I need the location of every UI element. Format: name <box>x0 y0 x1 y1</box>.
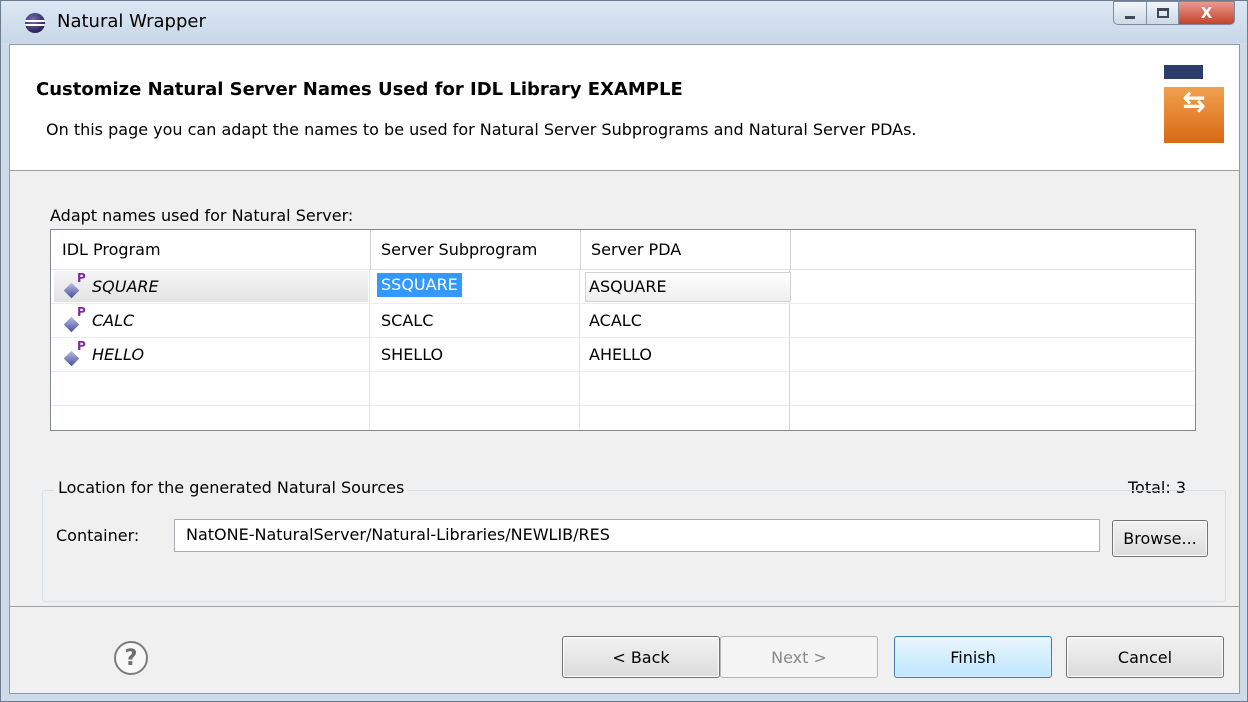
location-group-title: Location for the generated Natural Sourc… <box>54 478 409 497</box>
table-row[interactable]: P SQUARE SSQUARE ASQUARE <box>51 270 1195 304</box>
maximize-icon <box>1156 8 1169 18</box>
pda-cell[interactable]: ACALC <box>589 311 642 330</box>
table-caption: Adapt names used for Natural Server: <box>50 206 354 225</box>
eclipse-app-icon <box>25 13 45 33</box>
idl-program-icon: P <box>63 305 86 333</box>
idl-program-icon: P <box>63 339 86 367</box>
empty-table-row <box>51 372 1195 406</box>
maximize-button[interactable] <box>1147 1 1179 25</box>
table-row[interactable]: P HELLO SHELLO AHELLO <box>51 338 1195 372</box>
window-controls: X <box>1113 1 1235 25</box>
footer-divider <box>10 606 1239 607</box>
window-title: Natural Wrapper <box>57 11 206 32</box>
minimize-button[interactable] <box>1113 1 1147 25</box>
column-header-server-pda[interactable]: Server PDA <box>591 240 681 259</box>
column-divider[interactable] <box>790 230 791 270</box>
empty-table-row <box>51 406 1195 430</box>
subprogram-cell[interactable]: SCALC <box>381 311 433 330</box>
program-name: CALC <box>92 311 135 330</box>
cancel-button[interactable]: Cancel <box>1066 636 1224 678</box>
table-header: IDL Program Server Subprogram Server PDA <box>51 230 1195 270</box>
idl-program-icon: P <box>63 271 86 299</box>
pda-cell[interactable]: ASQUARE <box>589 277 667 296</box>
subprogram-cell[interactable]: SHELLO <box>381 345 443 364</box>
column-divider[interactable] <box>580 230 581 270</box>
page-description: On this page you can adapt the names to … <box>46 120 917 139</box>
close-button[interactable]: X <box>1179 1 1235 25</box>
subprogram-cell-editor[interactable]: SSQUARE <box>377 273 462 297</box>
next-button: Next > <box>720 636 878 678</box>
banner-bar <box>1164 65 1224 79</box>
table-row[interactable]: P CALC SCALC ACALC <box>51 304 1195 338</box>
finish-button[interactable]: Finish <box>894 636 1052 678</box>
wizard-banner-icon: ⇆ <box>1164 65 1224 143</box>
exchange-arrows-icon: ⇆ <box>1164 87 1224 143</box>
container-label: Container: <box>56 526 140 545</box>
wizard-header: Customize Natural Server Names Used for … <box>10 45 1239 171</box>
help-icon[interactable]: ? <box>114 641 148 675</box>
dialog-client-area: Customize Natural Server Names Used for … <box>9 44 1240 694</box>
program-cell: P CALC <box>54 305 368 336</box>
program-cell: P SQUARE <box>54 271 368 302</box>
program-name: SQUARE <box>92 277 159 296</box>
column-header-server-subprogram[interactable]: Server Subprogram <box>381 240 537 259</box>
container-field[interactable]: NatONE-NaturalServer/Natural-Libraries/N… <box>174 519 1100 552</box>
column-header-idl-program[interactable]: IDL Program <box>62 240 161 259</box>
back-button[interactable]: < Back <box>562 636 720 678</box>
browse-button[interactable]: Browse... <box>1112 520 1208 557</box>
minimize-icon <box>1125 15 1135 19</box>
server-names-table[interactable]: IDL Program Server Subprogram Server PDA… <box>50 229 1196 431</box>
program-cell: P HELLO <box>54 339 368 370</box>
column-divider[interactable] <box>370 230 371 270</box>
program-name: HELLO <box>92 345 145 364</box>
page-title: Customize Natural Server Names Used for … <box>36 79 683 100</box>
pda-cell[interactable]: AHELLO <box>589 345 652 364</box>
wizard-window: Natural Wrapper X Customize Natural Serv… <box>0 0 1248 702</box>
title-bar[interactable]: Natural Wrapper X <box>1 1 1247 43</box>
close-icon: X <box>1200 4 1213 22</box>
